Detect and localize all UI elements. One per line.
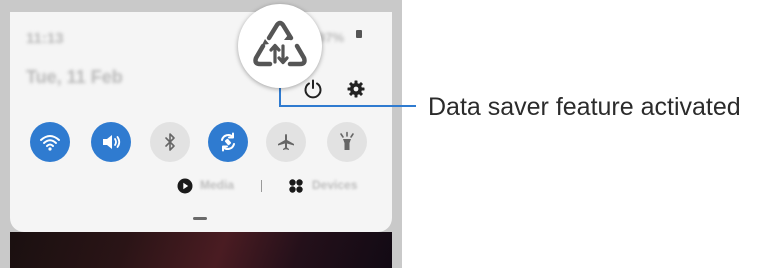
- callout-label: Data saver feature activated: [428, 93, 741, 121]
- data-saver-callout: [238, 4, 322, 88]
- screenshot-stage: 11:13 Tue, 11 Feb 97% Media Devices Data…: [0, 0, 781, 268]
- data-saver-icon: [253, 20, 307, 67]
- callout-leader-line: [279, 86, 416, 107]
